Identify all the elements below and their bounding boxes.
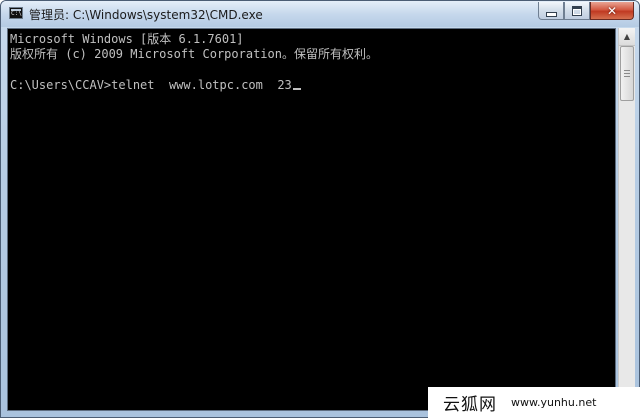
title-bar[interactable]: 管理员: C:\Windows\system32\CMD.exe ✕ bbox=[1, 1, 639, 27]
close-icon: ✕ bbox=[606, 3, 618, 18]
command-line[interactable]: C:\Users\CCAV>telnet www.lotpc.com 23 bbox=[10, 78, 301, 92]
grip-line bbox=[624, 73, 630, 74]
console-output[interactable]: Microsoft Windows [版本 6.1.7601] 版权所有 (c)… bbox=[7, 28, 616, 411]
cmd-console-icon[interactable] bbox=[9, 7, 23, 19]
window-title: 管理员: C:\Windows\system32\CMD.exe bbox=[29, 8, 263, 22]
scroll-up-button[interactable]: ▲ bbox=[619, 28, 635, 46]
watermark-logo: 云狐网 bbox=[443, 395, 497, 415]
version-line: Microsoft Windows [版本 6.1.7601] bbox=[10, 32, 244, 46]
minimize-icon bbox=[545, 11, 557, 17]
command-input[interactable]: telnet www.lotpc.com 23 bbox=[111, 78, 292, 92]
arrow-up-icon: ▲ bbox=[623, 32, 631, 41]
minimize-button[interactable] bbox=[538, 2, 564, 20]
grip-line bbox=[624, 76, 630, 77]
watermark: 云狐网 www.yunhu.net bbox=[428, 387, 640, 418]
command-prompt: C:\Users\CCAV> bbox=[10, 78, 112, 92]
cmd-window: 管理员: C:\Windows\system32\CMD.exe ✕ Micro… bbox=[0, 0, 640, 418]
grip-line bbox=[624, 70, 630, 71]
close-button[interactable]: ✕ bbox=[590, 2, 634, 20]
maximize-button[interactable] bbox=[564, 2, 590, 20]
vertical-scrollbar[interactable]: ▲ bbox=[618, 28, 635, 411]
maximize-icon bbox=[572, 5, 582, 16]
watermark-url: www.yunhu.net bbox=[511, 396, 597, 409]
text-cursor bbox=[292, 88, 301, 90]
copyright-line: 版权所有 (c) 2009 Microsoft Corporation。保留所有… bbox=[10, 47, 378, 61]
scroll-thumb[interactable] bbox=[620, 46, 634, 101]
